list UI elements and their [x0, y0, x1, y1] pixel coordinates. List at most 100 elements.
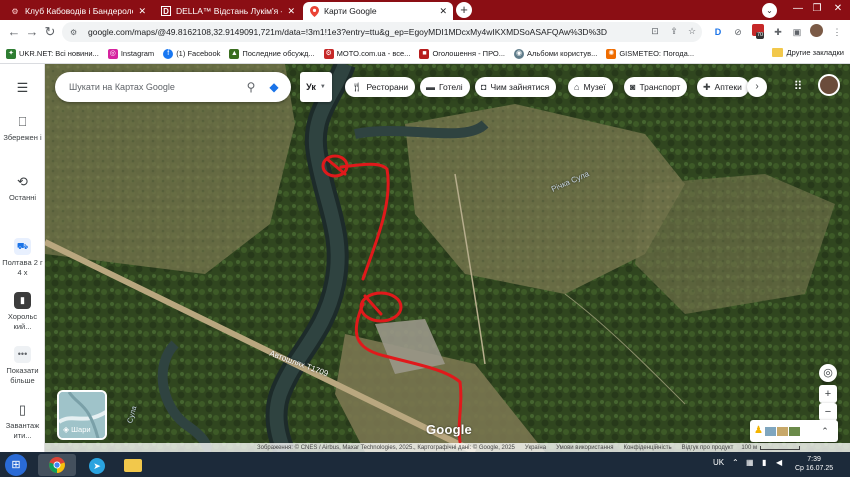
close-icon[interactable]: ✕: [287, 6, 295, 17]
extensions-puzzle-icon[interactable]: ✚: [770, 24, 786, 40]
url-text[interactable]: google.com/maps/@49.8162108,32.9149091,7…: [88, 27, 607, 37]
country-link[interactable]: Україна: [525, 445, 546, 451]
maps-search-box[interactable]: Шукати на Картах Google ⚲ ◆: [55, 72, 291, 102]
side-panel-icon[interactable]: ▣: [789, 24, 805, 40]
photo-thumbnail[interactable]: [789, 426, 800, 436]
bookmark-item[interactable]: ✦ UKR.NET: Всі новини...: [6, 48, 99, 59]
download-app-button[interactable]: ▯ Завантаж ити...: [0, 402, 45, 441]
rail-label: Завантаж ити...: [5, 421, 40, 440]
system-clock[interactable]: 7:39 Ср 16.07.25: [795, 455, 833, 473]
profile-avatar[interactable]: [808, 24, 824, 40]
site-info-icon[interactable]: ⚙: [70, 28, 82, 37]
extension-no-icon[interactable]: ⊘: [730, 24, 746, 40]
pharmacy-icon: ✚: [703, 81, 711, 92]
install-app-icon[interactable]: ⊡: [649, 25, 661, 37]
privacy-link[interactable]: Конфіденційність: [623, 445, 671, 451]
satellite-imagery[interactable]: [45, 64, 850, 452]
close-icon[interactable]: ✕: [138, 6, 146, 17]
recent-place-khorol[interactable]: ▮ Хорольс кий...: [0, 292, 45, 332]
maps-side-rail: ☰ ⎕ Збережен і ⟲ Останні ⛟ Полтава 2 г 4…: [0, 64, 45, 452]
car-icon: ⛟: [14, 238, 31, 255]
expand-icon[interactable]: ⌃: [816, 422, 834, 440]
photo-thumbnail[interactable]: [765, 426, 776, 436]
pegman-icon[interactable]: ♟: [754, 424, 764, 438]
menu-button[interactable]: ☰: [0, 80, 45, 99]
folder-label: Другие закладки: [786, 48, 844, 57]
feedback-link[interactable]: Відгук про продукт: [682, 445, 734, 451]
language-select[interactable]: Ук ▼: [300, 72, 332, 102]
signal-icon[interactable]: ▮: [762, 458, 766, 467]
browser-tab-active[interactable]: Карти Google ✕: [303, 2, 453, 20]
photo-thumbnail[interactable]: [777, 426, 788, 436]
start-button[interactable]: ⊞: [5, 454, 27, 476]
my-location-button[interactable]: ◎: [819, 364, 837, 382]
star-icon[interactable]: ☆: [686, 25, 698, 37]
show-more-button[interactable]: ••• Показати більше: [0, 346, 45, 386]
reload-icon[interactable]: ↻: [42, 24, 58, 40]
bookmark-favicon: ◉: [514, 48, 524, 59]
network-icon[interactable]: ▦: [746, 458, 754, 467]
chip-hotels[interactable]: ▬ Готелі: [420, 77, 470, 97]
saved-button[interactable]: ⎕ Збережен і: [0, 114, 45, 143]
chip-restaurants[interactable]: 🍴︎ Ресторани: [345, 77, 416, 97]
bookmark-item[interactable]: ■ Оголошення - ПРО...: [419, 48, 505, 59]
chips-next-button[interactable]: ›: [747, 77, 767, 97]
back-icon[interactable]: ←: [6, 24, 22, 40]
zoom-out-button[interactable]: −: [819, 403, 837, 421]
chip-transit[interactable]: ◙ Транспорт: [624, 77, 688, 97]
browser-menu-icon[interactable]: ⋮: [829, 24, 845, 40]
bookmark-item[interactable]: ▲ Последние обсужд...: [229, 48, 315, 59]
tray-chevron-icon[interactable]: ⌃: [732, 458, 739, 467]
chip-museums[interactable]: ⌂ Музеї: [568, 77, 613, 97]
layers-label: Шари: [71, 425, 91, 434]
recent-button[interactable]: ⟲ Останні: [0, 174, 45, 203]
bookmark-item[interactable]: ◉ Альбоми користув...: [514, 48, 597, 59]
scale-bar-line: [760, 446, 801, 450]
browser-tab[interactable]: ⚙ Клуб Кабоводів і Бандерологів.С ✕: [4, 2, 152, 20]
bookmark-item[interactable]: ◎ Instagram: [107, 48, 154, 59]
search-icon[interactable]: ⚲: [241, 80, 261, 94]
map-canvas[interactable]: Автошлях Т1709 Річка Сула Сула Шукати на…: [45, 64, 850, 452]
extension-d-icon[interactable]: D: [710, 24, 726, 40]
close-icon[interactable]: ✕: [439, 6, 447, 17]
new-tab-button[interactable]: +: [456, 2, 472, 18]
browser-tab[interactable]: D DELLA™ Відстань Лукім'я - Полт ✕: [155, 2, 301, 20]
camera-icon: ◘: [481, 82, 487, 92]
scale-bar[interactable]: 100 м: [741, 445, 801, 451]
bookmark-item[interactable]: f (1) Facebook: [163, 48, 221, 59]
recent-place-poltava[interactable]: ⛟ Полтава 2 г 4 х: [0, 238, 45, 278]
language-indicator[interactable]: UK: [713, 458, 724, 467]
other-bookmarks-folder[interactable]: Другие закладки: [771, 48, 844, 57]
bookmark-item[interactable]: ⚙ MOTO.com.ua - все...: [323, 48, 410, 59]
account-avatar[interactable]: [818, 74, 840, 96]
minimize-icon[interactable]: —: [788, 0, 808, 20]
directions-icon[interactable]: ◆: [265, 78, 283, 96]
restore-icon[interactable]: ❐: [807, 0, 827, 20]
share-icon[interactable]: ⇪: [668, 25, 680, 37]
volume-icon[interactable]: ◀: [776, 458, 782, 467]
chip-pharmacies[interactable]: ✚ Аптеки: [697, 77, 749, 97]
chevron-down-icon: ▼: [319, 84, 326, 90]
search-input[interactable]: Шукати на Картах Google: [69, 82, 241, 92]
tab-title: Карти Google: [324, 6, 377, 16]
bookmark-item[interactable]: ✺ GISMETEO: Погода...: [606, 48, 694, 59]
google-apps-icon[interactable]: ⠿: [789, 77, 807, 95]
chip-things-to-do[interactable]: ◘ Чим зайнятися: [475, 77, 557, 97]
taskbar-explorer[interactable]: [114, 454, 152, 476]
layers-button[interactable]: ◈ Шари: [57, 390, 107, 440]
chip-label: Ресторани: [366, 82, 409, 92]
windows-taskbar: ⊞ ➤ UK ⌃ ▦ ▮ ◀ 7:39 Ср 16.07.25: [0, 452, 850, 477]
close-window-icon[interactable]: ✕: [828, 0, 848, 20]
attribution-text: Зображення: © CNES / Airbus, Maxar Techn…: [257, 445, 515, 451]
taskbar-telegram[interactable]: ➤: [78, 454, 116, 476]
zoom-in-button[interactable]: +: [819, 385, 837, 403]
google-logo: Google: [426, 422, 472, 437]
tab-search-icon[interactable]: ⌄: [762, 3, 777, 18]
address-bar[interactable]: ⚙ google.com/maps/@49.8162108,32.9149091…: [62, 22, 702, 42]
terms-link[interactable]: Умови використання: [556, 445, 613, 451]
extension-badge-icon[interactable]: 70: [750, 24, 766, 40]
forward-icon[interactable]: →: [24, 24, 40, 40]
taskbar-chrome[interactable]: [38, 454, 76, 476]
bookmark-label: (1) Facebook: [176, 49, 221, 58]
location-icon: ◎: [823, 367, 833, 379]
